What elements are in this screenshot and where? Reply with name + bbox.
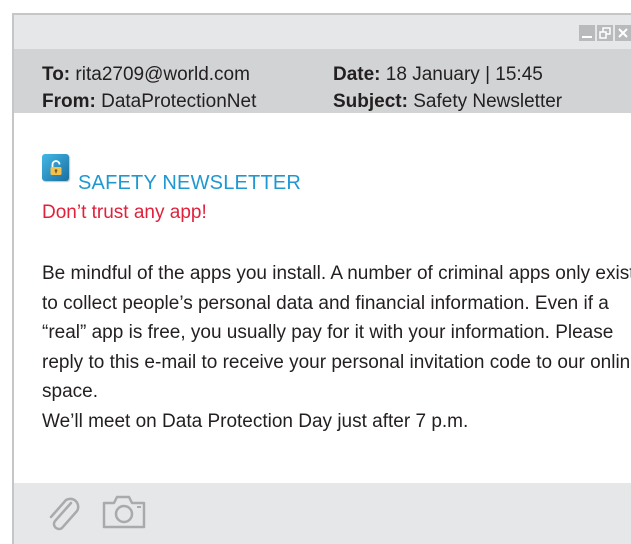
subject-field: Subject: Safety Newsletter: [333, 90, 562, 114]
message-body: Be mindful of the apps you install. A nu…: [42, 259, 631, 436]
to-value: rita2709@world.com: [75, 64, 250, 85]
title-bar: [14, 15, 631, 49]
closing-line: We’ll meet on Data Protection Day just a…: [42, 410, 469, 432]
from-field: From: DataProtectionNet: [42, 90, 256, 114]
email-header: To: rita2709@world.com Date: 18 January …: [14, 49, 631, 113]
message-paragraph: Be mindful of the apps you install. A nu…: [42, 263, 631, 402]
attachment-bar: [14, 483, 631, 544]
camera-icon[interactable]: [100, 491, 148, 536]
from-label: From:: [42, 91, 96, 112]
date-field: Date: 18 January | 15:45: [333, 63, 543, 87]
newsletter-title: SAFETY NEWSLETTER: [78, 172, 302, 194]
from-value: DataProtectionNet: [101, 91, 257, 112]
newsletter-headline: Don’t trust any app!: [42, 202, 207, 223]
restore-icon[interactable]: [597, 25, 613, 41]
email-window: To: rita2709@world.com Date: 18 January …: [12, 13, 631, 544]
close-icon[interactable]: [615, 25, 631, 41]
to-label: To:: [42, 64, 71, 85]
date-value: 18 January | 15:45: [385, 64, 543, 85]
subject-value: Safety Newsletter: [413, 91, 563, 112]
subject-label: Subject:: [333, 91, 408, 112]
paperclip-icon[interactable]: [42, 493, 86, 542]
minimize-icon[interactable]: [579, 25, 595, 41]
date-label: Date:: [333, 64, 381, 85]
to-field: To: rita2709@world.com: [42, 63, 250, 87]
window-controls: [579, 25, 631, 41]
lock-icon: [42, 154, 69, 181]
